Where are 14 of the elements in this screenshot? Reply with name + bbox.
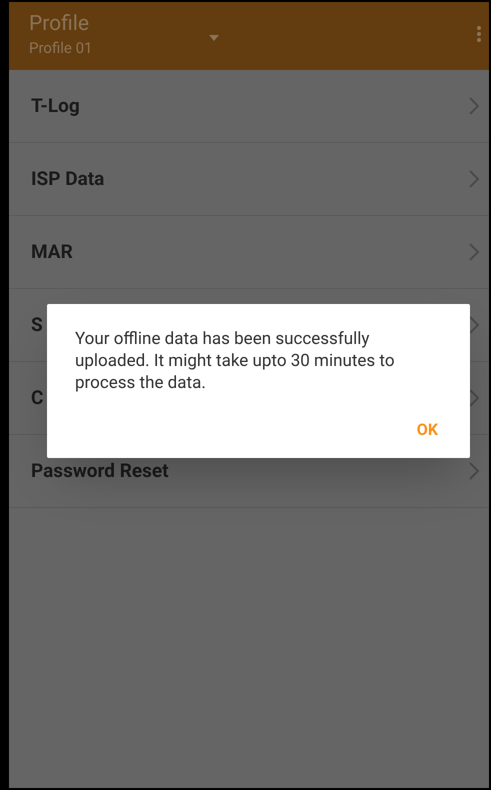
chevron-right-icon [469,316,479,334]
more-options-icon[interactable] [477,26,481,42]
chevron-right-icon [469,97,479,115]
chevron-right-icon [469,389,479,407]
menu-item[interactable]: MAR [9,216,489,289]
dropdown-caret-icon[interactable] [209,35,219,41]
menu-item[interactable]: T-Log [9,70,489,143]
dialog-message: Your offline data has been successfully uploaded. It might take upto 30 minutes to process the data. [75,328,396,394]
app-bar-subtitle: Profile 01 [29,38,92,58]
chevron-right-icon [469,462,479,480]
chevron-right-icon [469,243,479,261]
chevron-right-icon [469,170,479,188]
menu-item[interactable]: ISP Data [9,143,489,216]
app-bar-title: Profile [29,11,90,38]
